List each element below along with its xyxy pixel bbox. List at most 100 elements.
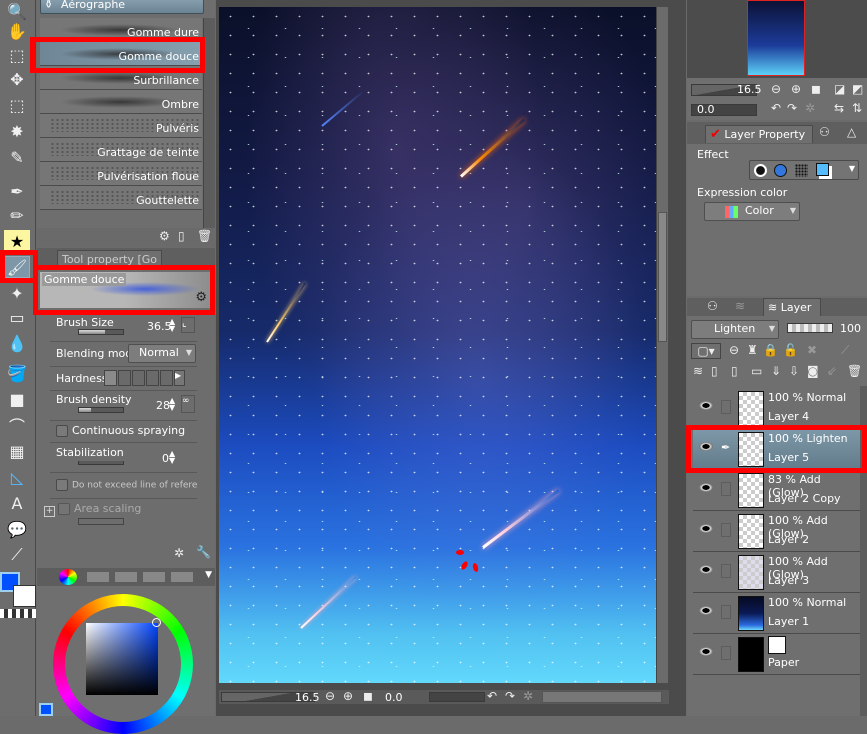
text-tool[interactable]: A [4,492,30,514]
nav-zoom-value[interactable]: 16.5 [737,83,762,96]
eye-icon[interactable] [699,647,713,656]
ruler-tool[interactable]: ◺ [4,466,30,488]
subtool-group-tab[interactable]: ⚱ Aérographe [40,0,204,14]
tab-layer-property[interactable]: ✔ Layer Property [705,125,813,143]
blending-mode-dropdown[interactable]: Normal [128,344,196,363]
edit-target-checkbox[interactable] [721,605,731,619]
eraser-tool[interactable]: ▭ [4,306,30,328]
eyedropper-tool[interactable]: ✎ [4,146,30,168]
clipping-icon[interactable]: ⊖ [729,343,739,357]
brush-item[interactable]: Ombre [40,90,202,114]
navigator-thumbnail[interactable] [747,0,805,76]
new-vector-layer-icon[interactable]: ▯ [731,364,738,378]
mask-enable-icon[interactable]: ✖ [807,343,817,357]
saturation-value-square[interactable] [86,623,158,695]
expression-color-dropdown[interactable]: Color [704,202,800,221]
rotate-right-icon[interactable]: ↷ [505,689,515,703]
subtool-settings-icon[interactable]: ⚙ [159,229,170,243]
color-slider-tab[interactable] [87,572,109,582]
layer-color-dropdown[interactable]: ▢▾ [691,343,721,359]
nav-fit-icon[interactable]: ◼ [811,82,821,96]
ruler-visibility-icon[interactable]: ⟋ [841,343,849,358]
edit-target-checkbox[interactable] [721,564,731,578]
brush-item[interactable]: Pulvéris [40,114,202,138]
nav-rotate-right-icon[interactable]: ↷ [787,101,797,115]
density-settings-icon[interactable]: ∞ [181,395,195,413]
gradient-tool[interactable]: ■ [4,388,30,410]
move-tool[interactable]: ✥ [4,68,30,90]
zoom-value[interactable]: 16.5 [295,691,320,704]
approx-color-tab[interactable] [171,572,193,582]
flip-vertical-icon[interactable]: ◩ [852,82,863,96]
hand-tool[interactable]: ✋ [4,20,30,42]
object-tool[interactable]: ⬚ [4,44,30,66]
sparkle-tool[interactable]: ✦ [4,282,30,304]
tone-icon[interactable] [795,164,808,177]
balloon-tool[interactable]: 💬 [4,518,30,540]
auto-select-tool[interactable]: ✸ [4,120,30,142]
intermediate-color-tab[interactable] [143,572,165,582]
brush-item[interactable]: Grattage de teinte [40,138,202,162]
reset-icon[interactable]: ✲ [174,546,184,560]
reference-layer-icon[interactable]: ♜ [747,343,758,357]
tab-layer-search[interactable]: ⚇ [819,125,830,139]
color-wheel-tab[interactable] [59,569,77,585]
reset-rotation-icon[interactable]: ✲ [523,689,533,703]
new-subtool-icon[interactable]: ▯ [178,229,185,243]
nav-rotate-left-icon[interactable]: ↶ [771,101,781,115]
brush-size-value[interactable]: 36.5 [147,320,172,333]
rotation-value[interactable]: 0.0 [385,691,403,704]
lock-icon[interactable]: 🔒 [763,343,778,357]
spin-arrows-icon[interactable]: ▲ ▼ [169,318,175,333]
nav-flip-icon-2[interactable]: ⇅ [852,101,862,115]
expand-icon[interactable]: + [44,506,55,517]
tab-animation[interactable]: ⚇ [707,299,718,313]
eye-icon[interactable] [699,524,713,533]
eye-icon[interactable] [699,565,713,574]
tab-layer[interactable]: ≋ Layer [763,298,821,316]
lock-transparency-icon[interactable]: 🔓 [783,343,798,357]
apply-mask-icon[interactable]: ⇙ [827,364,837,378]
nav-reset-rotation-icon[interactable]: ✲ [805,101,815,115]
selection-tool[interactable]: ⬚ [4,94,30,116]
transfer-to-lower-layer-icon[interactable]: ⇓ [771,364,781,378]
spin-arrows-icon[interactable]: ▲ ▼ [169,450,175,465]
layer-panel-menu-icon[interactable]: ≋ [693,364,703,378]
do-not-exceed-checkbox[interactable]: Do not exceed line of reference la [56,479,197,491]
area-scaling-checkbox[interactable]: Area scaling [58,502,141,515]
new-raster-layer-icon[interactable]: ▯ [711,364,718,378]
brush-size-slider[interactable] [78,329,124,335]
blend-tool[interactable]: 💧 [4,332,30,354]
decoration-tool[interactable]: ★ [4,230,30,252]
canvas-horizontal-scrollbar[interactable] [542,691,662,703]
eye-icon[interactable] [699,606,713,615]
edit-target-checkbox[interactable] [721,482,731,496]
brush-density-slider[interactable] [78,407,124,413]
brush-item[interactable]: Gouttelette [40,186,202,210]
edit-target-checkbox[interactable] [721,400,731,414]
border-effect-icon[interactable] [754,164,767,177]
continuous-spraying-checkbox[interactable]: Continuous spraying [56,424,185,437]
color-set-tab[interactable] [115,572,137,582]
delete-subtool-icon[interactable]: 🗑 [197,229,212,243]
flip-horizontal-icon[interactable]: ◪ [834,82,845,96]
hardness-selector[interactable]: ▶ [104,370,185,386]
layer-color-icon[interactable] [816,163,829,176]
brush-item[interactable]: Pulvérisation floue [40,162,202,186]
nav-zoom-in-icon[interactable]: ⊕ [791,82,801,96]
edit-target-checkbox[interactable] [721,646,731,660]
rotate-left-icon[interactable]: ↶ [487,689,497,703]
sub-color-swatch[interactable] [13,585,36,607]
layer-row[interactable]: 100 % Normal Layer 1 [693,593,860,634]
layer-opacity-slider[interactable] [787,323,833,333]
nav-zoom-out-icon[interactable]: ⊖ [771,82,781,96]
pressure-settings-icon[interactable]: ⌞ [181,317,195,333]
transparent-color-swatch[interactable] [0,609,36,618]
fill-tool[interactable]: 🪣 [4,362,30,384]
merge-with-lower-layer-icon[interactable]: ⇩ [789,364,799,378]
extract-line-icon[interactable] [774,164,787,177]
canvas[interactable] [219,7,656,683]
correct-line-tool[interactable]: ⟋ [4,544,30,566]
wrench-icon[interactable]: 🔧 [196,545,211,559]
new-folder-icon[interactable]: ▭ [751,364,762,378]
